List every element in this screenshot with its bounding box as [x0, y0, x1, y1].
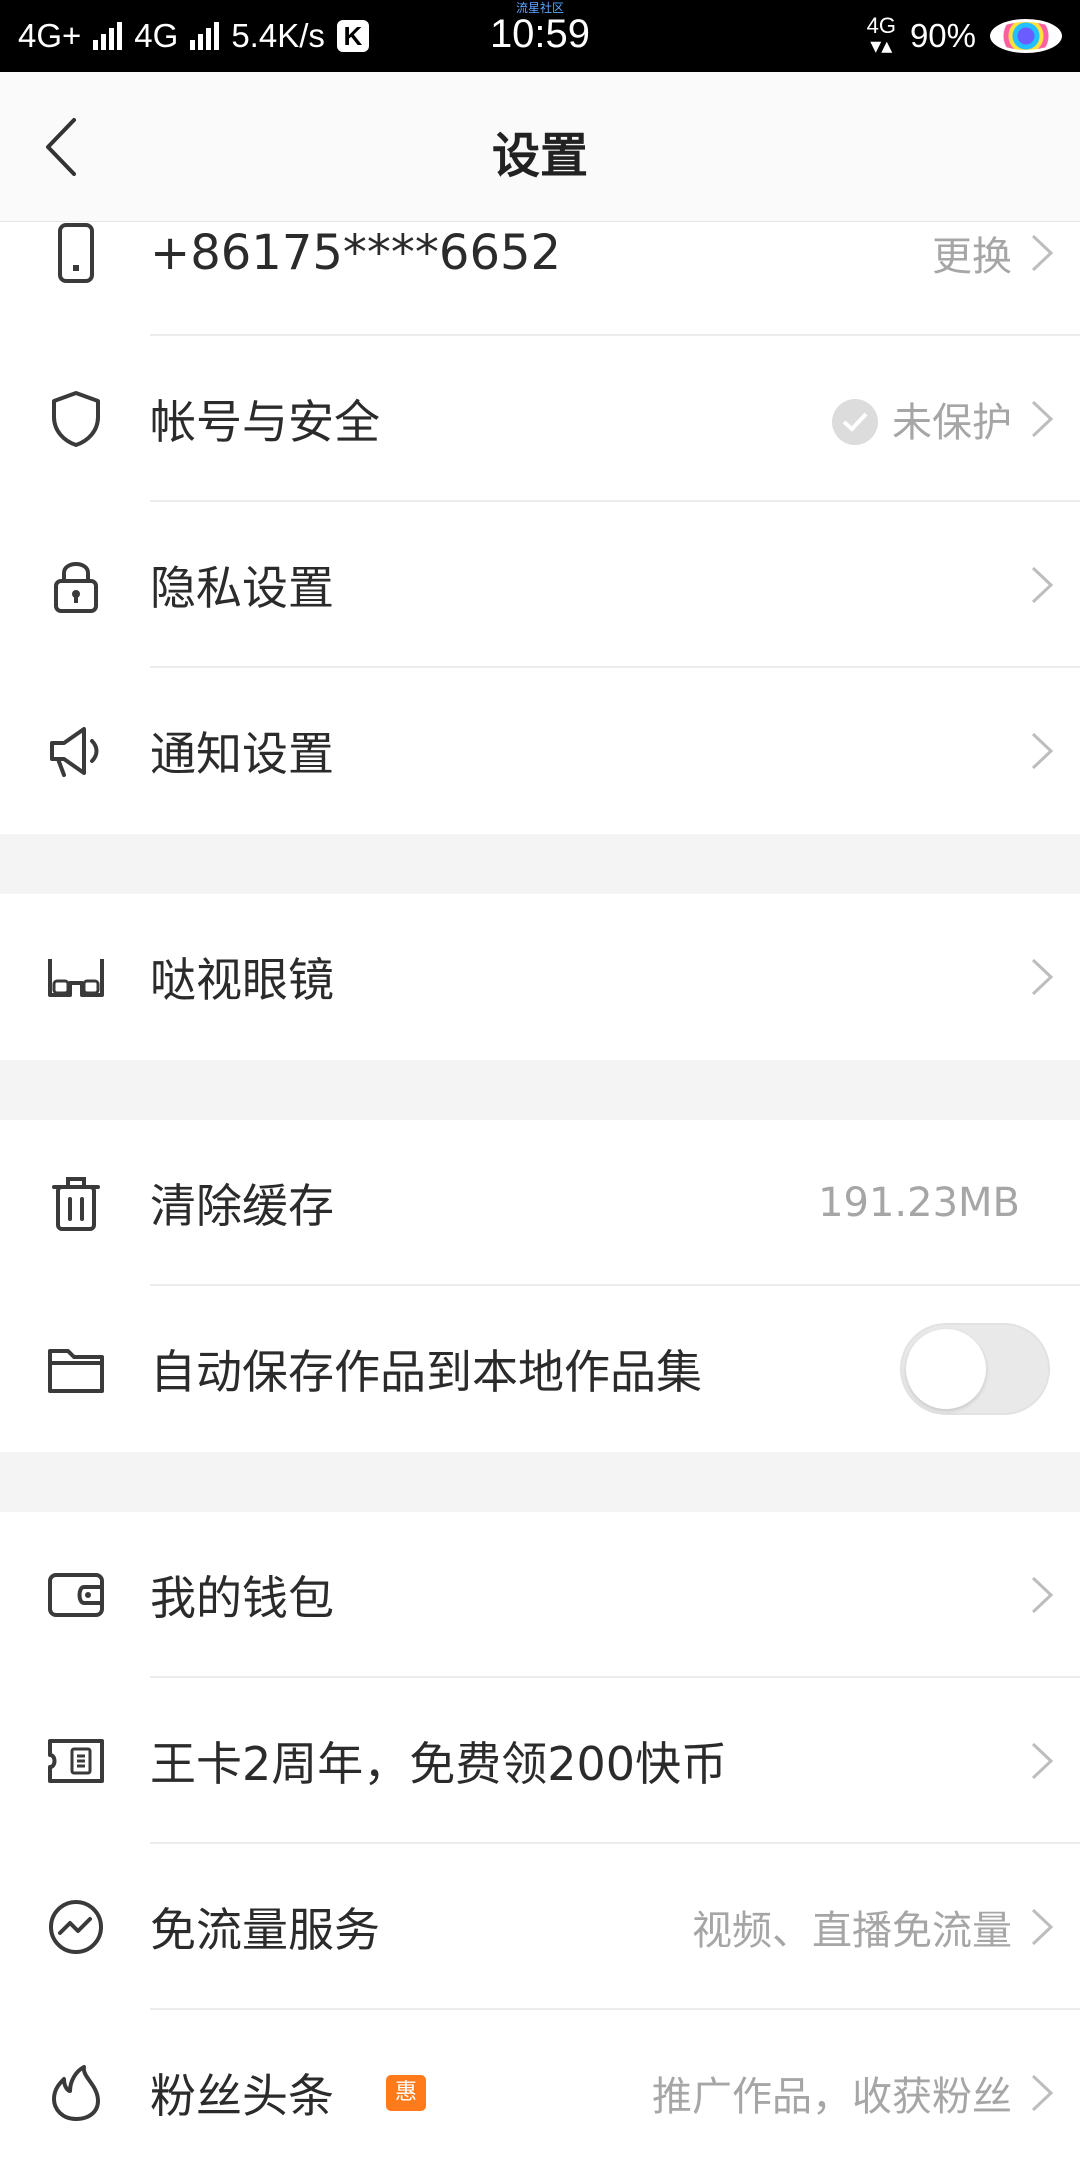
fans-headline-label: 粉丝头条 [150, 2069, 334, 2123]
battery-percent: 90% [909, 17, 976, 54]
chevron-right-icon [1031, 1742, 1054, 1780]
phone-row[interactable]: +86175****6652 更换 [0, 222, 1080, 336]
shield-icon [52, 391, 100, 447]
cache-size: 191.23MB [818, 1180, 1020, 1226]
toggle-knob [906, 1329, 986, 1409]
lock-icon [54, 562, 98, 613]
phone-icon [58, 223, 94, 283]
chevron-right-icon [1031, 234, 1054, 272]
page-title: 设置 [491, 128, 588, 184]
trash-icon [52, 1177, 100, 1231]
wangka-promo-row[interactable]: 王卡2周年，免费领200快币 [0, 1678, 1080, 1844]
wallet-row[interactable]: 我的钱包 [0, 1512, 1080, 1678]
free-flow-label: 免流量服务 [150, 1903, 380, 1957]
glasses-row[interactable]: 哒视眼镜 [0, 894, 1080, 1060]
chevron-right-icon [1031, 1576, 1054, 1614]
notification-row[interactable]: 通知设置 [0, 668, 1080, 834]
fans-headline-row[interactable]: 粉丝头条 惠 推广作品，收获粉丝 [0, 2010, 1080, 2160]
battery-icon [990, 19, 1062, 53]
chevron-right-icon [1031, 958, 1054, 996]
chevron-right-icon [1031, 400, 1054, 438]
auto-save-toggle[interactable] [900, 1323, 1050, 1415]
trend-icon [49, 1900, 103, 1954]
free-flow-desc: 视频、直播免流量 [692, 1908, 1012, 1954]
account-security-label: 帐号与安全 [150, 395, 380, 449]
coupon-icon [48, 1739, 104, 1783]
account-security-status: 未保护 [832, 390, 1012, 448]
auto-save-label: 自动保存作品到本地作品集 [150, 1345, 702, 1399]
settings-list[interactable]: +86175****6652 更换 帐号与安全 未保护 隐私设置 通知设置 哒视… [0, 222, 1080, 2160]
folder-icon [48, 1349, 104, 1393]
section-separator [0, 1060, 1080, 1120]
chevron-right-icon [1031, 732, 1054, 770]
free-flow-row[interactable]: 免流量服务 视频、直播免流量 [0, 1844, 1080, 2010]
section-separator [0, 1452, 1080, 1512]
chevron-right-icon [1031, 566, 1054, 604]
wallet-label: 我的钱包 [150, 1571, 334, 1625]
glasses-icon [48, 959, 104, 997]
flame-icon [52, 2065, 100, 2121]
promo-badge: 惠 [386, 2075, 426, 2111]
fans-headline-desc: 推广作品，收获粉丝 [652, 2074, 1012, 2120]
clear-cache-row[interactable]: 清除缓存 191.23MB [0, 1120, 1080, 1286]
glasses-label: 哒视眼镜 [150, 953, 334, 1007]
network-4g-icon: 4G ▾▴ [866, 13, 896, 58]
megaphone-icon [50, 727, 99, 777]
wallet-icon [48, 1573, 104, 1617]
status-bar: 4G+ 4G 5.4K/s K 流星社区 10:59 4G ▾▴ 90% [0, 0, 1080, 72]
clear-cache-label: 清除缓存 [150, 1179, 334, 1233]
wangka-promo-label: 王卡2周年，免费领200快币 [150, 1737, 728, 1791]
privacy-row[interactable]: 隐私设置 [0, 502, 1080, 668]
chevron-right-icon [1031, 2074, 1054, 2112]
notification-label: 通知设置 [150, 727, 334, 781]
chevron-right-icon [1031, 1908, 1054, 1946]
auto-save-row: 自动保存作品到本地作品集 [0, 1286, 1080, 1452]
check-circle-icon [832, 399, 878, 445]
nav-header: 设置 [0, 72, 1080, 222]
phone-number: +86175****6652 [150, 225, 562, 281]
account-security-row[interactable]: 帐号与安全 未保护 [0, 336, 1080, 502]
section-separator [0, 834, 1080, 894]
privacy-label: 隐私设置 [150, 561, 334, 615]
status-right: 4G ▾▴ 90% [867, 0, 1062, 72]
change-phone-link[interactable]: 更换 [932, 224, 1012, 282]
